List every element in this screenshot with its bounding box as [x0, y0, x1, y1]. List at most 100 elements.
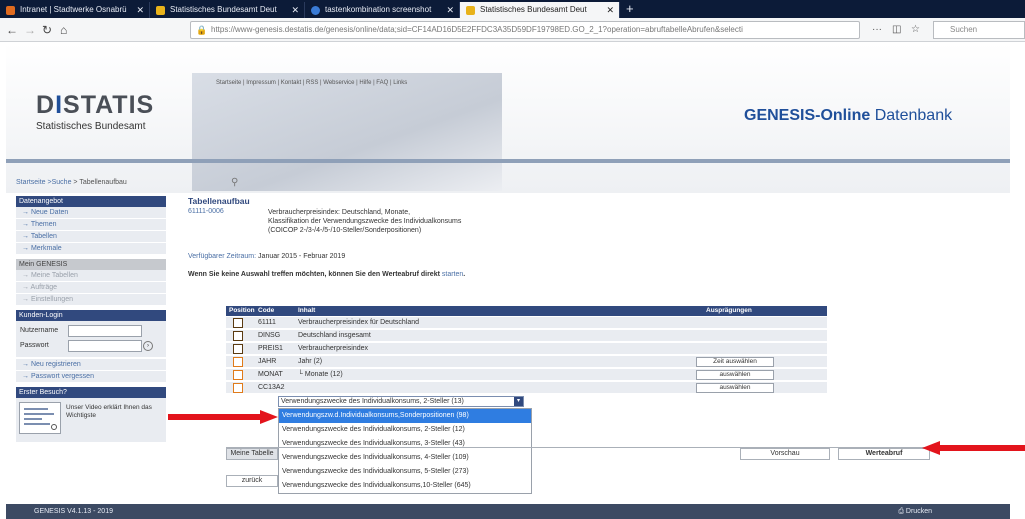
back-arrow-icon[interactable]: ← — [6, 22, 18, 38]
available-period: Verfügbarer Zeitraum: Januar 2015 - Febr… — [188, 253, 345, 260]
row-content: Jahr (2) — [298, 358, 323, 365]
classification-select[interactable]: Verwendungszwecke des Individualkonsums,… — [278, 396, 524, 407]
url-bar[interactable]: 🔒 https://www-genesis.destatis.de/genesi… — [190, 21, 860, 39]
page-title: Tabellenaufbau — [188, 196, 250, 206]
lock-icon: 🔒 — [196, 25, 208, 35]
url-text: https://www-genesis.destatis.de/genesis/… — [211, 25, 743, 34]
start-link[interactable]: starten — [442, 271, 463, 278]
table-row: PREIS1 Verbraucherpreisindex — [226, 343, 827, 355]
play-icon — [51, 424, 57, 430]
web-page: DISTATIS Statistisches Bundesamt Startse… — [0, 43, 1025, 519]
close-icon[interactable]: ✕ — [136, 2, 144, 18]
row-checkbox[interactable] — [233, 383, 243, 393]
breadcrumb-home[interactable]: Startseite — [16, 179, 46, 186]
video-thumbnail[interactable] — [19, 402, 61, 434]
row-checkbox[interactable] — [233, 370, 243, 380]
select-month-button[interactable]: auswählen — [696, 370, 774, 380]
sidebar-item-orders[interactable]: → Aufträge — [16, 282, 166, 294]
option-5-digit[interactable]: Verwendungszwecke des Individualkonsums,… — [279, 465, 531, 479]
period-label: Verfügbarer Zeitraum: — [188, 253, 257, 260]
classification-options: Verwendungszw.d.Individualkonsums,Sonder… — [278, 408, 532, 494]
tab-label: Intranet | Stadtwerke Osnabrü — [20, 5, 127, 14]
option-3-digit[interactable]: Verwendungszwecke des Individualkonsums,… — [279, 437, 531, 451]
sidebar-item-forgot-password[interactable]: → Passwort vergessen — [16, 371, 166, 383]
browser-nav-bar: ← → ↻ ⌂ 🔒 https://www-genesis.destatis.d… — [0, 18, 1025, 42]
row-checkbox[interactable] — [233, 344, 243, 354]
option-10-digit[interactable]: Verwendungszwecke des Individualkonsums,… — [279, 479, 531, 493]
sidebar-heading-login: Kunden-Login — [16, 310, 166, 321]
search-icon[interactable]: ⚲ — [231, 177, 238, 188]
sidebar-item-register[interactable]: → Neu registrieren — [16, 359, 166, 371]
print-link[interactable]: ⎙ Drucken — [898, 504, 932, 519]
home-icon[interactable]: ⌂ — [60, 22, 67, 38]
site-favicon-icon — [466, 6, 475, 15]
row-code: CC13A2 — [258, 384, 285, 391]
sidebar-item-features[interactable]: → Merkmale — [16, 243, 166, 255]
sidebar-item-topics[interactable]: → Themen — [16, 219, 166, 231]
row-code: JAHR — [258, 358, 277, 365]
login-go-button[interactable]: › — [143, 341, 153, 351]
username-input[interactable] — [68, 325, 142, 337]
logo-wordmark: DISTATIS — [36, 91, 154, 120]
back-button[interactable]: zurück — [226, 475, 278, 487]
version-text: GENESIS V4.1.13 - 2019 — [34, 508, 113, 515]
row-content: Verbraucherpreisindex für Deutschland — [298, 319, 420, 326]
chevron-down-icon[interactable]: ▾ — [514, 397, 523, 406]
browser-tab-intranet[interactable]: Intranet | Stadtwerke Osnabrü ✕ — [0, 2, 150, 18]
fetch-values-button[interactable]: Werteabruf — [838, 448, 930, 460]
logo-part: D — [36, 91, 56, 119]
page-actions-menu-icon[interactable]: ··· — [872, 22, 882, 38]
select-classification-button[interactable]: auswählen — [696, 383, 774, 393]
close-icon[interactable]: ✕ — [606, 2, 614, 18]
browser-tab-google[interactable]: tastenkombination screenshot ✕ — [305, 2, 460, 18]
browser-tab-destatis-active[interactable]: Statistisches Bundesamt Deut ✕ — [460, 2, 620, 18]
intro-video[interactable]: Unser Video erklärt Ihnen das Wichtigste — [16, 398, 166, 442]
select-time-button[interactable]: Zeit auswählen — [696, 357, 774, 367]
bookmark-star-icon[interactable]: ☆ — [911, 22, 920, 38]
screenshot-frame: Intranet | Stadtwerke Osnabrü ✕ Statisti… — [0, 0, 1025, 519]
app-title-rest: Datenbank — [870, 107, 953, 124]
reload-icon[interactable]: ↻ — [42, 22, 52, 38]
password-row: Passwort › — [19, 339, 163, 354]
pocket-icon[interactable]: ◫ — [892, 22, 901, 38]
my-table-button[interactable]: Meine Tabelle — [226, 448, 278, 460]
sidebar-item-my-tables[interactable]: → Meine Tabellen — [16, 270, 166, 282]
sidebar-item-settings[interactable]: → Einstellungen — [16, 294, 166, 306]
col-position: Position — [229, 307, 255, 314]
preview-button[interactable]: Vorschau — [740, 448, 830, 460]
password-label: Passwort — [20, 342, 49, 349]
row-checkbox[interactable] — [233, 331, 243, 341]
table-header: Position Code Inhalt Ausprägungen — [226, 306, 827, 316]
password-input[interactable] — [68, 340, 142, 352]
sidebar-item-tables[interactable]: → Tabellen — [16, 231, 166, 243]
breadcrumb-search[interactable]: >Suche — [48, 179, 72, 186]
sidebar-heading-data: Datenangebot — [16, 196, 166, 207]
forward-arrow-icon[interactable]: → — [24, 22, 36, 38]
close-icon[interactable]: ✕ — [446, 2, 454, 18]
option-special-positions[interactable]: Verwendungszw.d.Individualkonsums,Sonder… — [279, 409, 531, 423]
header-banner-image: Startseite | Impressum | Kontakt | RSS |… — [192, 73, 502, 191]
row-checkbox[interactable] — [233, 357, 243, 367]
select-value: Verwendungszwecke des Individualkonsums,… — [281, 398, 464, 405]
destatis-logo[interactable]: DISTATIS Statistisches Bundesamt — [36, 91, 154, 132]
sidebar-item-new-data[interactable]: → Neue Daten — [16, 207, 166, 219]
hint-text: Wenn Sie keine Auswahl treffen möchten, … — [188, 271, 440, 278]
table-row: CC13A2 auswählen — [226, 382, 827, 394]
close-icon[interactable]: ✕ — [291, 2, 299, 18]
top-links[interactable]: Startseite | Impressum | Kontakt | RSS |… — [216, 80, 407, 86]
breadcrumb-current: > Tabellenaufbau — [73, 179, 127, 186]
tab-label: tastenkombination screenshot — [325, 5, 432, 14]
browser-search-field[interactable]: Suchen — [933, 21, 1025, 39]
option-2-digit[interactable]: Verwendungszwecke des Individualkonsums,… — [279, 423, 531, 437]
col-values: Ausprägungen — [706, 307, 752, 314]
logo-subtitle: Statistisches Bundesamt — [36, 121, 146, 132]
new-tab-button[interactable]: + — [626, 1, 634, 17]
browser-tab-destatis-1[interactable]: Statistisches Bundesamt Deut ✕ — [150, 2, 305, 18]
row-code: PREIS1 — [258, 345, 283, 352]
header-divider — [6, 159, 1010, 163]
row-checkbox[interactable] — [233, 318, 243, 328]
row-code: DINSG — [258, 332, 281, 339]
option-4-digit[interactable]: Verwendungszwecke des Individualkonsums,… — [279, 451, 531, 465]
col-content: Inhalt — [298, 307, 316, 314]
site-header: DISTATIS Statistisches Bundesamt Startse… — [6, 43, 1010, 193]
